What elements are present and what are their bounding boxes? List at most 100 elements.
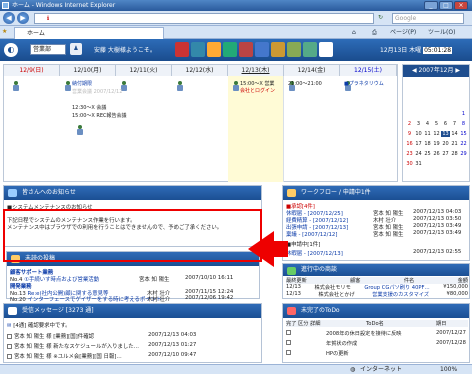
day-header-today[interactable]: 12/13(木) bbox=[228, 65, 284, 76]
calendar-event[interactable]: 15:00～X REC報告会議 bbox=[72, 113, 127, 119]
table-row[interactable]: 年賀状の作成 2007/12/28 bbox=[286, 340, 468, 347]
mini-calendar-day[interactable]: 10 bbox=[414, 131, 423, 137]
add-schedule-icon[interactable] bbox=[12, 81, 20, 92]
mini-calendar-day[interactable]: 25 bbox=[423, 151, 432, 157]
todo-name[interactable]: 2008年の休日設定を接待に反映 bbox=[326, 330, 401, 337]
deal-subject[interactable]: 営業支援のカスタマイズ bbox=[372, 291, 429, 298]
mini-calendar-day[interactable]: 5 bbox=[432, 121, 441, 127]
column-header[interactable]: 期日 bbox=[436, 320, 446, 327]
library-app-icon[interactable] bbox=[223, 42, 237, 57]
group-select[interactable]: 営業部 bbox=[30, 44, 66, 55]
add-schedule-icon[interactable] bbox=[64, 81, 72, 92]
mini-calendar-day[interactable]: 21 bbox=[450, 141, 459, 147]
tools-menu[interactable]: ツール(O) bbox=[428, 28, 455, 37]
print-icon[interactable]: ⎙ bbox=[372, 28, 377, 37]
settings-app-icon[interactable] bbox=[319, 42, 333, 57]
table-row[interactable]: 2008年の休日設定を接待に反映 2007/12/27 bbox=[286, 330, 468, 337]
calendar-event[interactable]: 21:00～21:00 bbox=[288, 81, 322, 87]
day-header[interactable]: 12/14(金) bbox=[284, 65, 340, 76]
tab-home[interactable]: ホーム bbox=[14, 27, 164, 39]
home-icon[interactable]: ⌂ bbox=[352, 28, 356, 37]
day-header[interactable]: 12/9(日) bbox=[4, 65, 60, 76]
row-checkbox[interactable] bbox=[7, 354, 12, 359]
column-header[interactable]: 詳細 bbox=[310, 321, 320, 327]
report-app-icon[interactable] bbox=[303, 42, 317, 57]
calendar-event[interactable]: 12:30～X 会議 bbox=[72, 105, 106, 111]
row-checkbox[interactable] bbox=[7, 344, 12, 349]
done-checkbox[interactable] bbox=[286, 330, 291, 335]
refresh-icon[interactable]: ↻ bbox=[378, 14, 383, 21]
unread-row[interactable]: No.20 インターフェースでゲイザーをする時に考えるポイント bbox=[10, 295, 161, 303]
column-header[interactable]: 完了 bbox=[286, 321, 296, 327]
mini-calendar-day[interactable]: 31 bbox=[414, 161, 423, 167]
workflow-app-icon[interactable] bbox=[239, 42, 253, 57]
board-app-icon[interactable] bbox=[207, 42, 221, 57]
mini-calendar-day[interactable]: 6 bbox=[441, 121, 450, 127]
workflow-item[interactable]: 休暇届 - [2007/12/13] bbox=[286, 249, 343, 257]
calendar-event[interactable]: 営業会議 2007/12/12 bbox=[72, 89, 122, 95]
schedule-app-icon[interactable] bbox=[175, 42, 189, 57]
message-subject[interactable]: 宮本 知 陽生 様 ※ユルメ会[業務][国 日報]… bbox=[14, 354, 122, 360]
mini-calendar-day[interactable]: 7 bbox=[450, 121, 459, 127]
mini-calendar-day[interactable]: 30 bbox=[405, 161, 414, 167]
maximize-button[interactable]: □ bbox=[439, 1, 453, 10]
mini-calendar-day[interactable]: 16 bbox=[405, 141, 414, 147]
message-subject[interactable]: 宮本 知 陽生 様 [業務][国] bbox=[14, 334, 78, 340]
calendar-event[interactable]: 会社とログイン bbox=[240, 88, 275, 94]
column-header[interactable]: ToDo名 bbox=[366, 320, 384, 327]
day-header[interactable]: 12/11(火) bbox=[116, 65, 172, 76]
mini-calendar-day[interactable]: 12 bbox=[432, 131, 441, 137]
mini-calendar-day[interactable]: 1 bbox=[459, 111, 468, 117]
address-app-icon[interactable] bbox=[271, 42, 285, 57]
todo-name[interactable]: HPの更新 bbox=[326, 350, 349, 357]
add-schedule-icon[interactable] bbox=[232, 81, 240, 92]
day-header[interactable]: 12/12(水) bbox=[172, 65, 228, 76]
mini-calendar-day[interactable]: 18 bbox=[423, 141, 432, 147]
post-subject[interactable]: ①手続いす時点および営業活動 bbox=[24, 277, 99, 283]
mini-calendar-day[interactable]: 8 bbox=[459, 121, 468, 127]
column-header[interactable]: 最終更新 bbox=[286, 277, 307, 284]
deal-customer[interactable]: 株式会社モリモ bbox=[314, 284, 350, 291]
table-row[interactable]: 12/13 株式会社モリモ Group CGパソ刷り 40PF… ¥150,000 bbox=[286, 284, 468, 291]
favorites-star-icon[interactable]: ★ bbox=[2, 28, 7, 35]
user-icon[interactable]: ♟ bbox=[70, 43, 82, 55]
url-input[interactable]: ℹ bbox=[34, 13, 374, 24]
row-checkbox[interactable] bbox=[7, 334, 12, 339]
mini-calendar-day[interactable]: 24 bbox=[414, 151, 423, 157]
mini-calendar-day[interactable]: 11 bbox=[423, 131, 432, 137]
mini-calendar-day[interactable]: 13 bbox=[441, 131, 450, 137]
calendar-event[interactable]: 納付期限 bbox=[72, 81, 92, 87]
search-input[interactable]: Google bbox=[392, 13, 464, 24]
mini-calendar-day[interactable]: 15 bbox=[459, 131, 468, 137]
mini-calendar-day[interactable]: 28 bbox=[450, 151, 459, 157]
add-schedule-icon[interactable] bbox=[176, 81, 184, 92]
column-header[interactable]: 件名 bbox=[404, 277, 414, 284]
done-checkbox[interactable] bbox=[286, 340, 291, 345]
close-button[interactable]: × bbox=[454, 1, 468, 10]
minimize-button[interactable]: _ bbox=[424, 1, 438, 10]
todo-app-icon[interactable] bbox=[255, 42, 269, 57]
day-header[interactable]: 12/10(月) bbox=[60, 65, 116, 76]
column-header[interactable]: 金額 bbox=[458, 277, 468, 284]
mini-calendar-day[interactable]: 26 bbox=[432, 151, 441, 157]
deal-customer[interactable]: 株式会社とかげ bbox=[318, 291, 354, 298]
zoom-level[interactable]: 100% bbox=[440, 365, 457, 374]
mini-calendar-day[interactable]: 23 bbox=[405, 151, 414, 157]
table-row[interactable]: HPの更新 bbox=[286, 350, 468, 357]
back-button[interactable]: ◀ bbox=[3, 12, 15, 24]
mini-calendar-day[interactable]: 4 bbox=[423, 121, 432, 127]
mini-calendar-day[interactable]: 20 bbox=[441, 141, 450, 147]
message-subject[interactable]: 宮本 知 陽生 様 新たなスケジュールが入りました… bbox=[14, 344, 139, 350]
mini-calendar-day[interactable]: 22 bbox=[459, 141, 468, 147]
todo-name[interactable]: 年賀状の作成 bbox=[326, 340, 357, 347]
inbox-row[interactable]: 宮本 知 陽生 様 ※ユルメ会[業務][国 日報]… bbox=[7, 352, 122, 360]
mini-calendar-day[interactable]: 9 bbox=[405, 131, 414, 137]
inbox-row[interactable]: 宮本 知 陽生 様 新たなスケジュールが入りました… bbox=[7, 342, 139, 350]
mini-calendar-day[interactable]: 3 bbox=[414, 121, 423, 127]
day-header[interactable]: 12/15(土) bbox=[340, 65, 397, 76]
deal-subject[interactable]: Group CGパソ刷り 40PF… bbox=[364, 284, 429, 291]
inbox-row[interactable]: 宮本 知 陽生 様 [業務][国]件確認 bbox=[7, 332, 94, 340]
mini-calendar-day[interactable]: 2 bbox=[405, 121, 414, 127]
done-checkbox[interactable] bbox=[286, 350, 291, 355]
mini-calendar-day[interactable]: 27 bbox=[441, 151, 450, 157]
